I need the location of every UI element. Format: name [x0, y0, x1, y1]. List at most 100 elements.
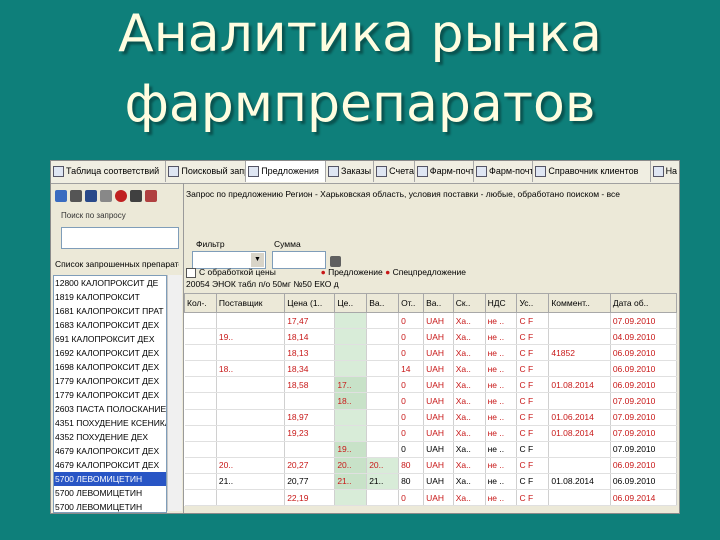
- tab-invoices[interactable]: Счета: [374, 161, 415, 182]
- column-header[interactable]: Це..: [334, 293, 368, 313]
- column-header[interactable]: От..: [398, 293, 425, 313]
- table-cell: 18,34: [284, 360, 336, 378]
- special-offer-marker-icon: ●: [385, 267, 391, 277]
- swap-icon[interactable]: [145, 190, 157, 202]
- tab-label: Таблица соответствий: [66, 166, 160, 176]
- table-cell: 20..: [334, 457, 368, 474]
- table-row[interactable]: 19.. 18,14 0 UAH Ха.. не .. C F 04.09.2010: [184, 328, 678, 346]
- column-header[interactable]: Ва..: [366, 293, 400, 313]
- table-row[interactable]: 18,58 17.. 0 UAH Ха.. не .. C F 01.08.2014 06.09…: [184, 376, 678, 394]
- table-cell: C F: [516, 457, 550, 474]
- request-list-item[interactable]: 1779 КАЛОПРОКСИТ ДЕХ: [54, 388, 166, 402]
- request-list-item[interactable]: 4679 КАЛОПРОКСИТ ДЕХ: [54, 458, 166, 472]
- tab-correspondence-table[interactable]: Таблица соответствий: [51, 161, 167, 182]
- tab-label: Заказы: [341, 166, 372, 176]
- print-icon[interactable]: [70, 190, 82, 202]
- copy-icon[interactable]: [100, 190, 112, 202]
- request-list-item[interactable]: 691 КАЛОПРОКСИТ ДЕХ: [54, 332, 166, 346]
- tab-pharm-mail-1[interactable]: Фарм-почта: [415, 161, 475, 182]
- table-cell: Ха..: [453, 392, 486, 410]
- request-list-item[interactable]: 1779 КАЛОПРОКСИТ ДЕХ: [54, 374, 166, 388]
- request-list-scrollbar[interactable]: [167, 275, 182, 511]
- sum-label: Сумма: [274, 239, 301, 249]
- search-field[interactable]: [61, 227, 179, 249]
- table-cell: 01.08.2014: [548, 425, 611, 442]
- calculator-icon[interactable]: [330, 256, 341, 267]
- request-list-item[interactable]: 4352 ПОХУДЕНИЕ ДЕХ: [54, 430, 166, 444]
- table-row[interactable]: 18,13 0 UAH Ха.. не .. C F 41852 06.09.2010: [184, 344, 678, 362]
- table-cell: [216, 344, 286, 362]
- table-row[interactable]: 21.. 20,77 21.. 21.. 80 UAH Ха.. не .. C F 01.08.…: [184, 473, 678, 491]
- table-cell: не ..: [485, 392, 518, 410]
- table-cell: 20..: [216, 457, 286, 474]
- table-cell: 0: [398, 344, 425, 362]
- column-header[interactable]: Ск..: [452, 293, 486, 313]
- tab-more[interactable]: На: [651, 161, 679, 182]
- request-list-item[interactable]: 5700 ЛЕВОМИЦЕТИН: [54, 486, 166, 500]
- table-row[interactable]: 22,19 0 UAH Ха.. не .. C F 06.09.2014: [184, 489, 678, 507]
- request-list-item[interactable]: 2603 ПАСТА ПОЛОСКАНИЕ: [54, 402, 166, 416]
- table-row[interactable]: 18.. 18,34 14 UAH Ха.. не .. C F 06.09.2010: [184, 360, 678, 378]
- request-list-item[interactable]: 5700 ЛЕВОМИЦЕТИН: [54, 500, 166, 512]
- column-header[interactable]: Кол-.: [184, 293, 217, 313]
- table-cell: 22,19: [284, 489, 336, 507]
- tab-label: Счета: [389, 166, 414, 176]
- request-list-item[interactable]: 4679 КАЛОПРОКСИТ ДЕХ: [54, 444, 166, 458]
- column-header[interactable]: Коммент..: [548, 293, 611, 313]
- tab-orders[interactable]: Заказы: [326, 161, 375, 182]
- column-header[interactable]: Ус..: [516, 293, 550, 313]
- table-cell: [548, 441, 611, 458]
- table-cell: [548, 312, 611, 330]
- table-row[interactable]: 17,47 0 UAH Ха.. не .. C F 07.09.2010: [184, 312, 678, 330]
- request-list-item[interactable]: 1683 КАЛОПРОКСИТ ДЕХ: [54, 318, 166, 332]
- table-cell: 21..: [216, 473, 286, 491]
- globe-icon[interactable]: [55, 190, 67, 202]
- table-cell: 07.09.2010: [610, 312, 678, 330]
- column-header[interactable]: Дата об..: [609, 293, 678, 313]
- table-cell: [216, 489, 286, 507]
- tab-client-directory[interactable]: Справочник клиентов: [533, 161, 651, 182]
- table-cell: UAH: [423, 312, 454, 330]
- table-cell: [216, 392, 286, 410]
- table-cell: 19,23: [284, 425, 336, 442]
- table-cell: [366, 312, 400, 330]
- request-list-item[interactable]: 1698 КАЛОПРОКСИТ ДЕХ: [54, 360, 166, 374]
- request-list-item[interactable]: 1681 КАЛОПРОКСИТ ПРАТ: [54, 304, 166, 318]
- table-cell: C F: [516, 473, 550, 491]
- table-cell: [366, 360, 400, 378]
- help-icon[interactable]: [130, 190, 142, 202]
- price-checkbox[interactable]: [186, 267, 196, 278]
- request-list-item[interactable]: 1819 КАЛОПРОКСИТ: [54, 290, 166, 304]
- save-icon[interactable]: [85, 190, 97, 202]
- table-cell: [184, 489, 217, 507]
- table-cell: 17..: [334, 376, 368, 394]
- column-header[interactable]: Ва..: [423, 293, 454, 313]
- table-row[interactable]: 18,97 0 UAH Ха.. не .. C F 01.06.2014 07.09.201…: [184, 409, 678, 426]
- table-row[interactable]: 19.. 0 UAH Ха.. не .. C F 07.09.2010: [184, 441, 678, 458]
- column-header[interactable]: Поставщик: [215, 293, 286, 313]
- table-cell: [216, 425, 286, 442]
- table-cell: C F: [516, 376, 550, 394]
- table-row[interactable]: 19,23 0 UAH Ха.. не .. C F 01.08.2014 07.09.201…: [184, 425, 678, 442]
- request-list-item[interactable]: 5700 ЛЕВОМИЦЕТИН: [54, 472, 166, 486]
- table-row[interactable]: 18.. 0 UAH Ха.. не .. C F 07.09.2010: [184, 392, 678, 410]
- request-list-item[interactable]: 4351 ПОХУДЕНИЕ КСЕНИКАЛ: [54, 416, 166, 430]
- stop-icon[interactable]: [115, 190, 127, 202]
- tab-pharm-mail-2[interactable]: Фарм-почта: [474, 161, 534, 182]
- table-cell: 18..: [216, 360, 286, 378]
- tab-offers[interactable]: Предложения: [246, 161, 327, 182]
- search-icon: [168, 166, 180, 177]
- column-header[interactable]: Цена (1..: [284, 293, 336, 313]
- table-row[interactable]: 20.. 20,27 20.. 20.. 80 UAH Ха.. не .. C F 06.09.…: [184, 457, 678, 474]
- request-list[interactable]: 12800 КАЛОПРОКСИТ ДЕ 1819 КАЛОПРОКСИТ 1681…: [53, 275, 167, 513]
- table-cell: UAH: [423, 441, 454, 458]
- table-cell: [366, 425, 400, 442]
- tab-search-query[interactable]: Поисковый запрос: [166, 161, 247, 182]
- table-cell: 01.08.2014: [548, 473, 611, 491]
- request-list-item[interactable]: 1692 КАЛОПРОКСИТ ДЕХ: [54, 346, 166, 360]
- table-cell: Ха..: [453, 328, 486, 346]
- column-header[interactable]: НДС: [484, 293, 518, 313]
- request-list-item[interactable]: 12800 КАЛОПРОКСИТ ДЕ: [54, 276, 166, 290]
- table-cell: не ..: [485, 457, 518, 474]
- table-cell: [548, 328, 611, 346]
